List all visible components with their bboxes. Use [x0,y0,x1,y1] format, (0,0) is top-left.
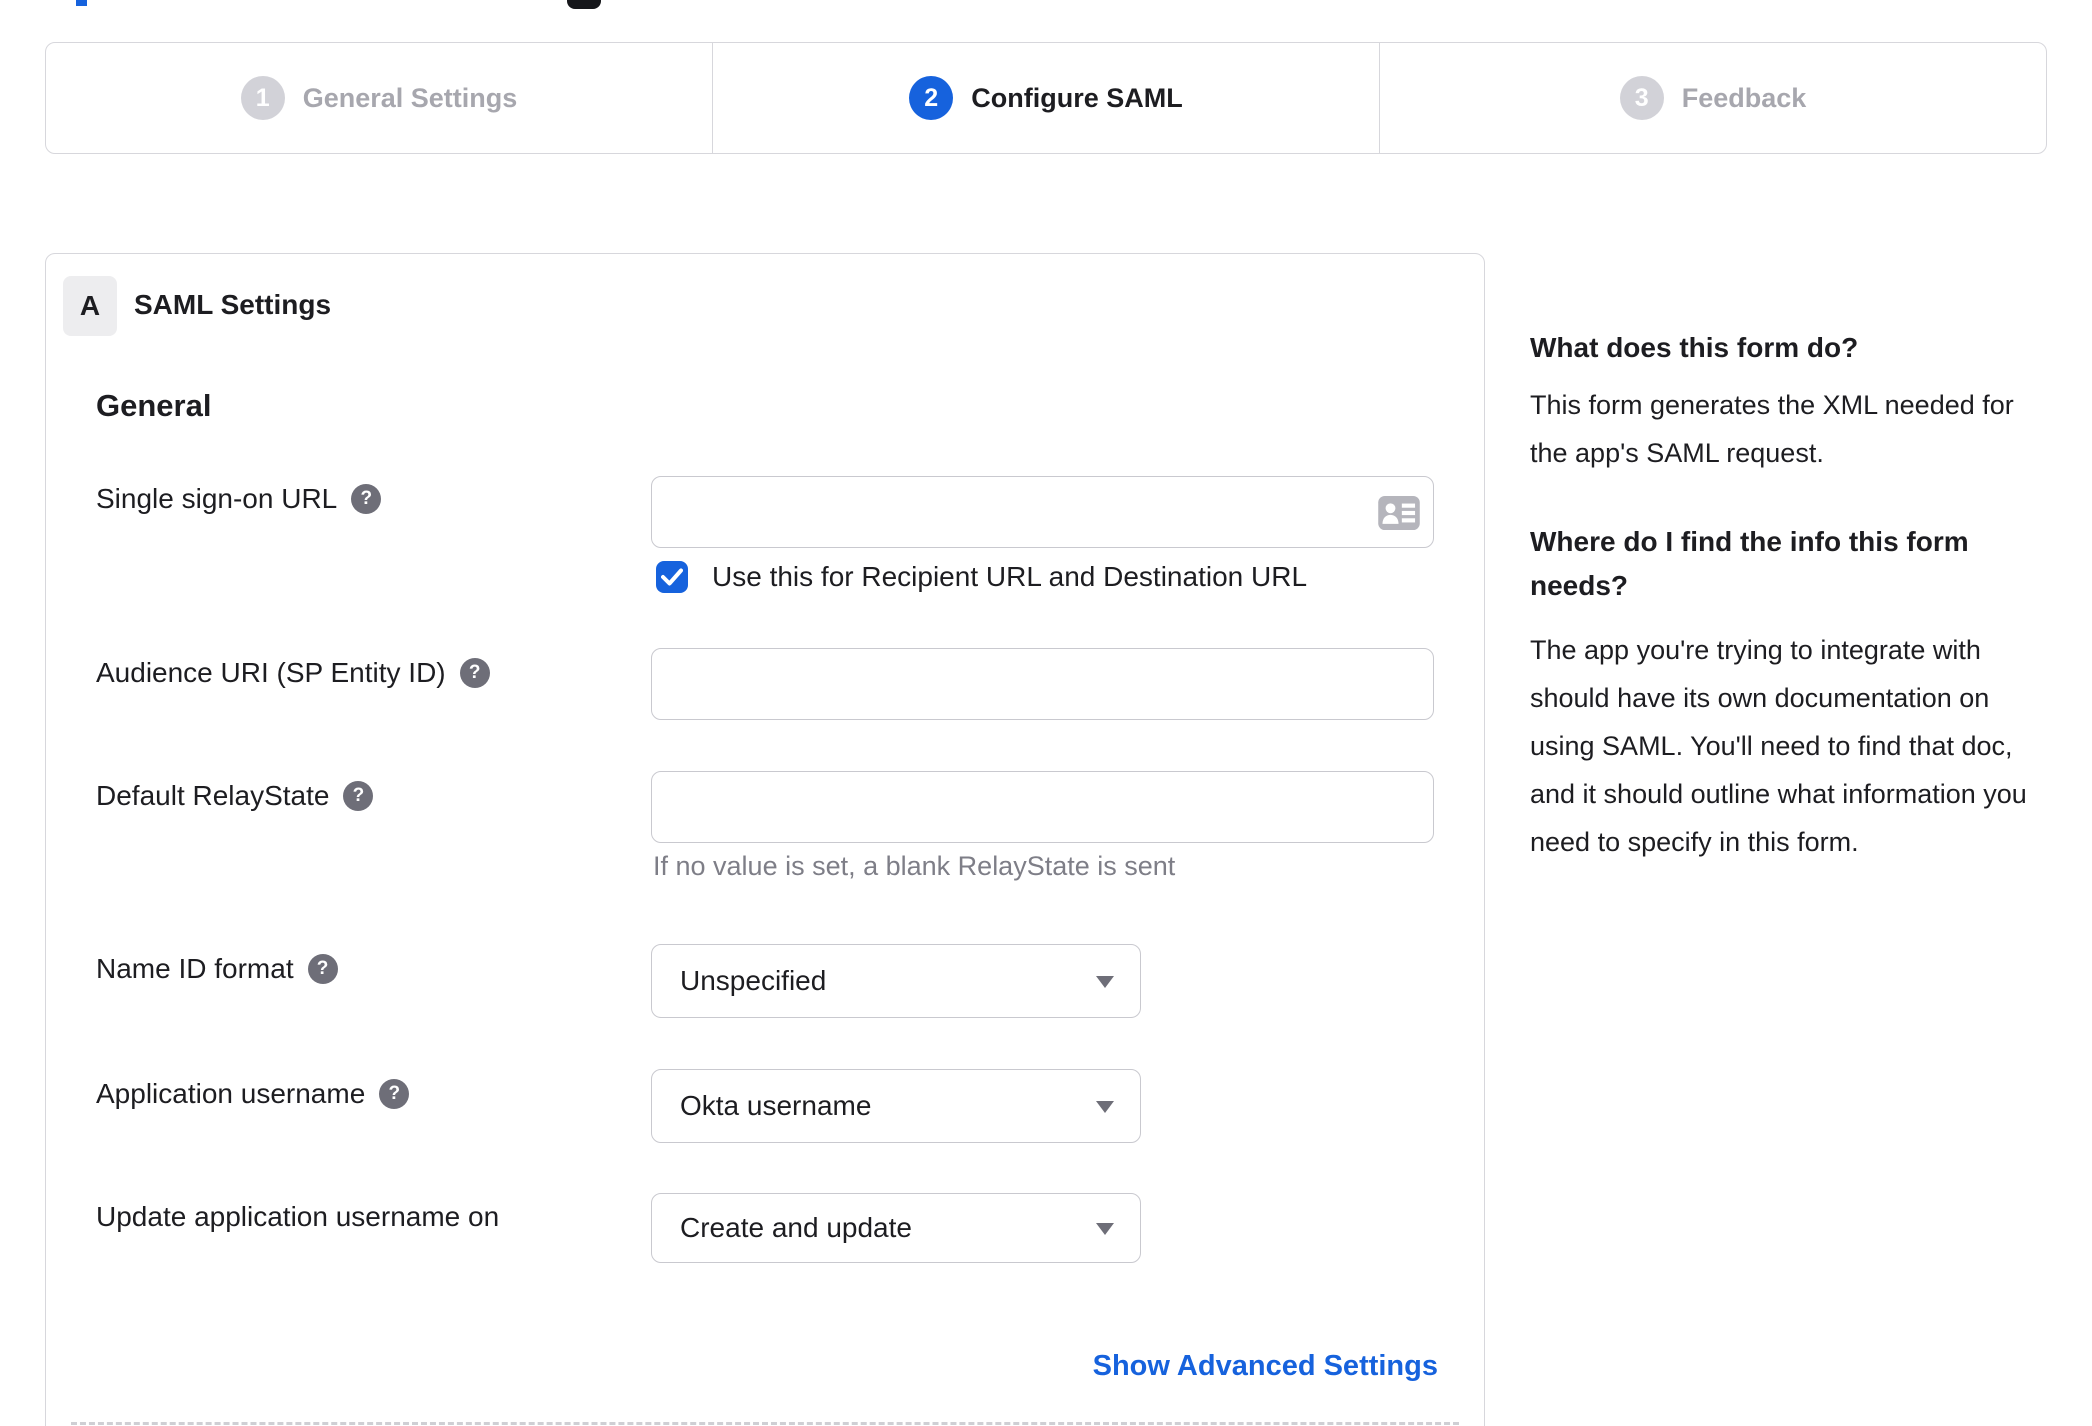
step-2-label: Configure SAML [971,82,1183,113]
dropdown-arrow-icon [1096,976,1114,988]
checkmark-icon [661,568,683,586]
wizard-stepper: 1 General Settings 2 Configure SAML 3 Fe… [45,42,2047,154]
audience-uri-label-text: Audience URI (SP Entity ID) [96,657,446,688]
audience-uri-label: Audience URI (SP Entity ID) ? [96,656,490,690]
step-1-number-badge: 1 [240,76,285,120]
panel-title: SAML Settings [134,289,332,320]
name-id-format-value: Unspecified [680,965,827,996]
section-a-badge: A [63,276,117,336]
recipient-url-checkbox[interactable] [656,561,688,593]
step-1-label: General Settings [302,82,518,113]
update-app-username-value: Create and update [680,1212,912,1243]
update-app-username-label-text: Update application username on [96,1201,500,1232]
dropdown-arrow-icon [1096,1223,1114,1235]
recipient-url-checkbox-label: Use this for Recipient URL and Destinati… [712,561,1308,592]
relay-state-input[interactable] [651,771,1434,843]
app-username-label: Application username ? [96,1077,410,1111]
name-id-format-select[interactable]: Unspecified [651,944,1141,1018]
sso-url-label-text: Single sign-on URL [96,483,338,514]
relay-state-hint: If no value is set, a blank RelayState i… [653,851,1176,881]
section-dashed-divider [71,1422,1459,1425]
step-general-settings[interactable]: 1 General Settings [46,43,712,153]
audience-uri-input[interactable] [651,648,1434,720]
general-group-title: General [96,388,212,423]
update-app-username-select[interactable]: Create and update [651,1193,1141,1263]
help-icon[interactable]: ? [459,658,490,688]
sso-url-input-wrap [651,476,1434,548]
step-3-label: Feedback [1681,82,1807,113]
step-3-number-badge: 3 [1619,76,1664,120]
help-icon[interactable]: ? [343,781,374,811]
help-icon[interactable]: ? [307,954,338,984]
sidebar-body-where: The app you're trying to integrate with … [1530,635,2027,857]
dropdown-arrow-icon [1096,1101,1114,1113]
sso-url-input[interactable] [651,476,1434,548]
update-app-username-label: Update application username on [96,1200,499,1234]
help-icon[interactable]: ? [379,1079,410,1109]
configure-saml-screen: 1 General Settings 2 Configure SAML 3 Fe… [0,0,2092,1426]
show-advanced-settings-link[interactable]: Show Advanced Settings [1093,1350,1438,1383]
cropped-black-fragment [567,0,601,9]
relay-state-label: Default RelayState ? [96,779,374,813]
sidebar-heading-what: What does this form do? [1530,332,1859,363]
app-username-value: Okta username [680,1090,872,1121]
app-username-select[interactable]: Okta username [651,1069,1141,1143]
app-username-label-text: Application username [96,1078,366,1109]
cropped-blue-fragment [76,0,87,6]
help-icon[interactable]: ? [351,484,382,514]
name-id-format-label: Name ID format ? [96,952,338,986]
sso-url-label: Single sign-on URL ? [96,482,382,516]
name-id-format-label-text: Name ID format [96,953,294,984]
sidebar-heading-where: Where do I find the info this form needs… [1530,526,1969,601]
step-2-number-badge: 2 [909,76,954,120]
relay-state-label-text: Default RelayState [96,780,330,811]
step-configure-saml[interactable]: 2 Configure SAML [712,43,1379,153]
step-feedback[interactable]: 3 Feedback [1379,43,2046,153]
saml-settings-panel: A SAML Settings General Single sign-on U… [45,253,1485,1426]
sidebar-body-what: This form generates the XML needed for t… [1530,390,2014,468]
